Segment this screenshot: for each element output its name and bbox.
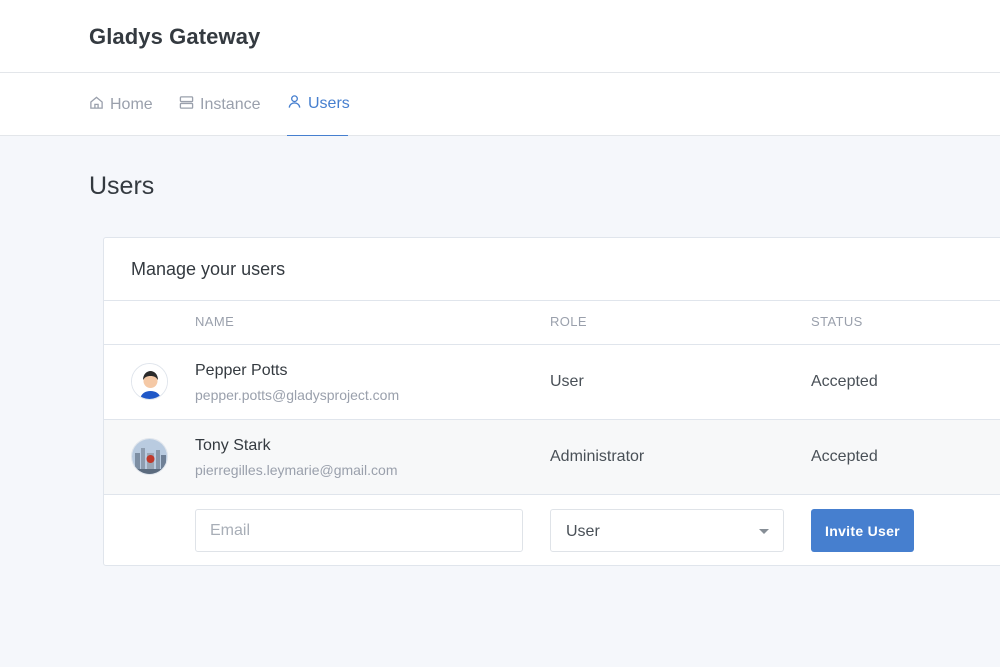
server-icon — [179, 95, 194, 115]
main-nav: Home Instance Users — [0, 73, 1000, 136]
table-row: Pepper Potts pepper.potts@gladysproject.… — [104, 345, 1000, 420]
table-row: Tony Stark pierregilles.leymarie@gmail.c… — [104, 420, 1000, 495]
invite-user-button[interactable]: Invite User — [811, 509, 914, 552]
user-role: Administrator — [550, 448, 645, 465]
home-icon — [89, 95, 104, 115]
page-title: Users — [89, 172, 155, 200]
user-status: Accepted — [811, 373, 878, 390]
table-header: NAME ROLE STATUS — [104, 301, 1000, 345]
tab-instance[interactable]: Instance — [179, 73, 260, 136]
invite-row: User Invite User — [104, 495, 1000, 567]
user-email: pierregilles.leymarie@gmail.com — [195, 462, 398, 478]
card-header: Manage your users — [104, 238, 1000, 301]
tab-users-label: Users — [308, 95, 350, 112]
user-name: Tony Stark — [195, 437, 271, 454]
brand-title[interactable]: Gladys Gateway — [89, 24, 260, 50]
column-header-status: STATUS — [811, 314, 863, 329]
email-input[interactable] — [195, 509, 523, 552]
users-card: Manage your users NAME ROLE STATUS Peppe… — [103, 237, 1000, 566]
user-role: User — [550, 373, 584, 390]
user-status: Accepted — [811, 448, 878, 465]
user-email: pepper.potts@gladysproject.com — [195, 387, 400, 403]
avatar — [131, 438, 168, 475]
column-header-name: NAME — [195, 314, 235, 329]
role-select[interactable]: User — [550, 509, 784, 552]
role-select-value: User — [566, 523, 600, 540]
card-title: Manage your users — [131, 259, 286, 279]
tab-instance-label: Instance — [200, 95, 261, 113]
column-header-role: ROLE — [550, 314, 588, 329]
tab-users[interactable]: Users — [287, 73, 350, 136]
chevron-down-icon — [759, 529, 769, 534]
tab-home[interactable]: Home — [89, 73, 153, 136]
user-icon — [287, 94, 302, 114]
top-header: Gladys Gateway — [0, 0, 1000, 73]
tab-home-label: Home — [110, 95, 153, 113]
avatar — [131, 363, 168, 400]
user-name: Pepper Potts — [195, 362, 288, 379]
